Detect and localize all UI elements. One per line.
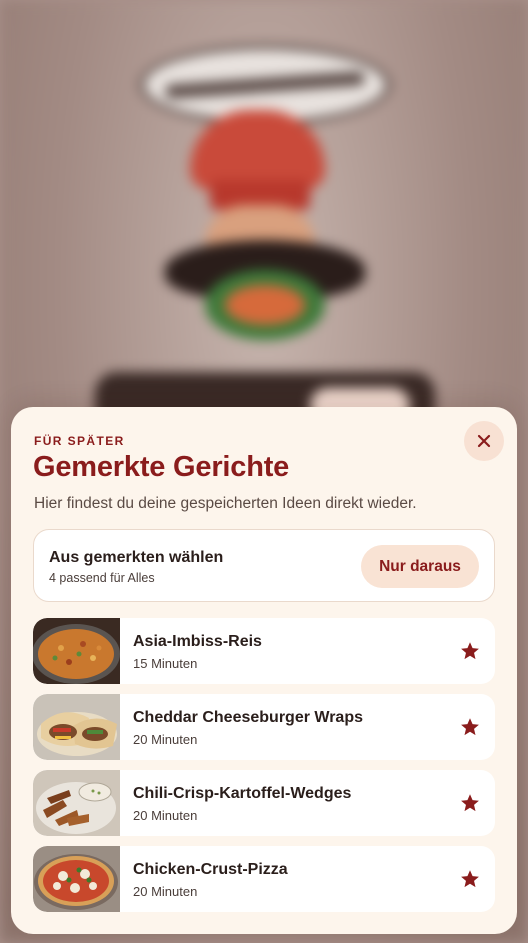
recipe-name: Chicken-Crust-Pizza xyxy=(133,861,288,878)
recipe-name: Chili-Crisp-Kartoffel-Wedges xyxy=(133,785,352,802)
sheet-eyebrow: FÜR SPÄTER xyxy=(34,434,125,448)
recipe-time: 20 Minuten xyxy=(133,884,198,899)
close-button[interactable] xyxy=(464,421,504,461)
close-icon xyxy=(477,434,491,448)
recipe-time: 20 Minuten xyxy=(133,732,198,747)
fried-rice-image xyxy=(33,618,120,684)
recipe-item[interactable]: Cheddar Cheeseburger Wraps 20 Minuten xyxy=(33,694,495,760)
food-illustration xyxy=(225,285,305,325)
recipe-item[interactable]: Chicken-Crust-Pizza 20 Minuten xyxy=(33,846,495,912)
star-icon[interactable] xyxy=(459,716,481,738)
choose-card-count: 4 passend für Alles xyxy=(49,571,155,585)
recipe-item[interactable]: Chili-Crisp-Kartoffel-Wedges 20 Minuten xyxy=(33,770,495,836)
pizza-image xyxy=(33,846,120,912)
wraps-image xyxy=(33,694,120,760)
saved-recipes-sheet: FÜR SPÄTER Gemerkte Gerichte Hier findes… xyxy=(11,407,517,934)
star-icon[interactable] xyxy=(459,792,481,814)
sheet-title: Gemerkte Gerichte xyxy=(33,451,290,483)
recipe-time: 20 Minuten xyxy=(133,808,198,823)
recipe-name: Asia-Imbiss-Reis xyxy=(133,633,262,650)
star-icon[interactable] xyxy=(459,868,481,890)
recipe-item[interactable]: Asia-Imbiss-Reis 15 Minuten xyxy=(33,618,495,684)
star-icon[interactable] xyxy=(459,640,481,662)
recipe-time: 15 Minuten xyxy=(133,656,198,671)
recipe-name: Cheddar Cheeseburger Wraps xyxy=(133,709,363,726)
choose-card-title: Aus gemerkten wählen xyxy=(49,549,224,566)
potato-wedges-image xyxy=(33,770,120,836)
sheet-subtitle: Hier findest du deine gespeicherten Idee… xyxy=(34,495,417,512)
only-from-saved-button[interactable]: Nur daraus xyxy=(361,545,479,588)
choose-from-saved-card: Aus gemerkten wählen 4 passend für Alles… xyxy=(33,529,495,602)
saved-recipes-list: Asia-Imbiss-Reis 15 Minuten Cheddar Chee… xyxy=(33,618,495,922)
